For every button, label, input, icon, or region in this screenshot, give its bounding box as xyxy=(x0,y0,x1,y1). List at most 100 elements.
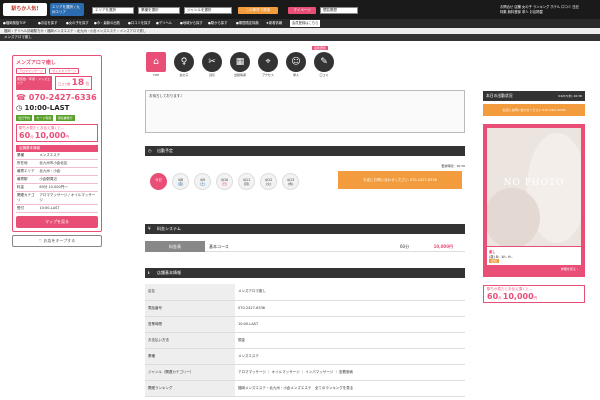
girl-detail-link[interactable]: 詳細を見る › xyxy=(487,265,581,273)
keep-shop-button[interactable]: ♡ お店をキープする xyxy=(12,235,102,247)
girl-card[interactable]: NO PHOTO 癒し (歳) B:- W:- H:- 出勤 詳細を見る › xyxy=(483,124,585,277)
rank-label: 口コミ数 xyxy=(58,82,71,86)
ranking-link[interactable]: 福岡メンズエステ・北九州・小倉メンズエステ xyxy=(238,386,311,390)
girl-photo[interactable]: NO PHOTO xyxy=(487,128,581,246)
history-select[interactable]: 閲覧履歴 xyxy=(320,7,358,14)
tab-top[interactable]: ⌂ TOP xyxy=(145,52,167,78)
tab-reviews[interactable]: 最新更新 ✎ 口コミ xyxy=(312,46,335,78)
top-link[interactable]: お問合せ xyxy=(500,5,513,9)
table-row: 営業時間 10:00-LAST xyxy=(145,316,465,333)
top-link[interactable]: 店舗 xyxy=(514,5,521,9)
tab-schedule[interactable]: ▦ 出勤情報 xyxy=(229,52,251,78)
genre-select[interactable]: ジャンルを選択 xyxy=(184,7,232,14)
search-button[interactable]: この条件で検索 xyxy=(238,7,278,14)
today-call-button[interactable]: お店にお問い合わせください 070-2427-6336 xyxy=(483,104,585,116)
detail-value: 070-2427-6336 xyxy=(235,300,465,317)
pricing-title: 料金システム xyxy=(157,226,181,231)
table-row: 電話番号 070-2427-6336 xyxy=(145,300,465,317)
heart-icon: ♡ xyxy=(38,238,43,243)
info-key: 受付 xyxy=(16,204,39,213)
nav-item[interactable]: ●口コミを探す xyxy=(128,20,151,27)
detail-value: 現金 xyxy=(235,332,465,349)
nav-item[interactable]: ●期間限定特典 xyxy=(236,20,259,27)
top-link[interactable]: 特集 xyxy=(500,10,507,14)
detail-value: アロママッサージ ｜ オイルマッサージ ｜ リンパマッサージ ｜ 密着施術 xyxy=(235,364,465,381)
shop-message: お待ちしております♪ xyxy=(145,90,465,133)
shop-icon-nav: ⌂ TOP ♀ 女の子 ✂ 割引 ▦ 出勤情報 ⌖ アクセス ☺ 求人 最新更新 ✎ 口コミ xyxy=(145,46,345,80)
top-link[interactable]: 無料登録 xyxy=(508,10,521,14)
info-value: 60分 10,000円〜 xyxy=(38,183,98,192)
nav-item[interactable]: ●福岡風俗TOP xyxy=(3,20,26,27)
nav-bar: ●福岡風俗TOP ●お店を探す ●女の子を探す ●今・最新の出勤 ●口コミを探す… xyxy=(0,19,600,28)
nav-item[interactable]: ●お店を探す xyxy=(38,20,57,27)
schedule-day[interactable]: 4/9 (土) xyxy=(194,173,211,190)
tab-label: 女の子 xyxy=(179,73,189,77)
top-link[interactable]: 日記 xyxy=(572,5,579,9)
nav-item[interactable]: ●今・最新の出勤 xyxy=(94,20,120,27)
schedule-day[interactable]: 4/10 (日) xyxy=(216,173,233,190)
yen-icon: ¥ xyxy=(148,226,151,231)
schedule-icon: ▦ xyxy=(230,52,250,72)
top-link[interactable]: ランキング xyxy=(533,5,549,9)
detail-value: 10:00-LAST xyxy=(235,316,465,333)
top-link[interactable]: 求人 xyxy=(522,10,529,14)
service-tag: 当日予約 xyxy=(16,115,33,121)
genre-tag[interactable]: オイルマッサージ xyxy=(49,68,80,74)
info-value: アロママッサージ / オイルマッサージ xyxy=(38,191,98,205)
nav-item[interactable]: ●女の子を探す xyxy=(66,20,89,27)
tab-coupon[interactable]: ✂ 割引 xyxy=(201,52,223,78)
price-row: 料金表 基本コース 60分 10,000円 xyxy=(145,241,465,252)
top-link[interactable]: お店掲載 xyxy=(530,10,543,14)
day-dow: (火) xyxy=(265,182,272,186)
type-select[interactable]: 業種を選択 xyxy=(138,7,180,14)
schedule-day[interactable]: 4/13 (水) xyxy=(282,173,299,190)
coupon-minutes: 60 xyxy=(487,292,499,301)
tab-label: 出勤情報 xyxy=(233,73,246,77)
table-row: 業種 メンズエステ xyxy=(16,152,98,160)
tab-recruit[interactable]: ☺ 求人 xyxy=(285,52,307,78)
schedule-day[interactable]: 4/8 (金) xyxy=(172,173,189,190)
schedule-day[interactable]: 今日 xyxy=(150,173,167,190)
detail-key: 関連ランキング xyxy=(145,380,235,397)
all-ranking-link[interactable]: 全てのランキングを見る xyxy=(315,386,353,390)
new-badge: 最新更新 xyxy=(312,46,329,50)
course-name: 基本コース xyxy=(209,244,229,249)
nav-item[interactable]: ●地域から探す xyxy=(180,20,203,27)
schedule-day[interactable]: 4/12 (火) xyxy=(260,173,277,190)
table-row: 業種 メンズエステ xyxy=(145,348,465,365)
table-row: 最寄駅 小倉駅周辺 xyxy=(16,175,98,184)
info-value: 小倉駅周辺 xyxy=(38,175,98,184)
mypage-button[interactable]: マイページ xyxy=(288,7,316,14)
day-dow: (水) xyxy=(287,182,294,186)
schedule-day[interactable]: 4/11 (月) xyxy=(238,173,255,190)
nav-item[interactable]: ●駅から探す xyxy=(208,20,227,27)
register-link[interactable]: 会員登録はこちら xyxy=(290,20,321,27)
no-photo-text: NO PHOTO xyxy=(503,178,565,188)
nav-item[interactable]: ★新着情報 xyxy=(266,20,282,27)
shop-phone[interactable]: ☎ 070-2427-6336 xyxy=(16,93,98,102)
top-link[interactable]: 女の子 xyxy=(522,5,532,9)
site-logo[interactable]: 駅ちか人気! xyxy=(3,3,47,16)
area-select[interactable]: エリアを選択 xyxy=(92,7,134,14)
coupon-price-unit: 円 xyxy=(533,296,538,300)
top-link[interactable]: ホテル xyxy=(550,5,560,9)
shop-sidebar: メンズアロマ癒し アロママッサージ オイルマッサージ 閲覧数／年間・メンズエステ… xyxy=(12,55,102,275)
tab-girls[interactable]: ♀ 女の子 xyxy=(173,52,195,78)
info-key: 関連カテゴリ xyxy=(16,191,39,205)
coupon-icon: ✂ xyxy=(202,52,222,72)
map-button[interactable]: マップを見る xyxy=(16,216,98,228)
info-key: 最寄エリア xyxy=(16,167,39,176)
genre-tag[interactable]: アロママッサージ xyxy=(16,68,46,74)
call-shop-button[interactable]: お店にお問い合わせください 070-2427-6336 xyxy=(338,171,462,189)
clock-icon: ◷ xyxy=(148,148,152,153)
phone-number: 070-2427-6336 xyxy=(28,93,97,102)
table-row: 関連カテゴリ アロママッサージ / オイルマッサージ xyxy=(16,191,98,205)
top-link[interactable]: 口コミ xyxy=(561,5,571,9)
area-button[interactable]: エリアを選択 / 九州エリア xyxy=(50,3,84,16)
course-minutes: 60分 xyxy=(400,244,410,249)
tab-access[interactable]: ⌖ アクセス xyxy=(257,52,279,78)
nav-item[interactable]: ●デリヘル xyxy=(156,20,172,27)
day-dow: (土) xyxy=(199,182,206,186)
tab-label: 割引 xyxy=(208,73,215,77)
detail-key: 電話番号 xyxy=(145,300,235,317)
